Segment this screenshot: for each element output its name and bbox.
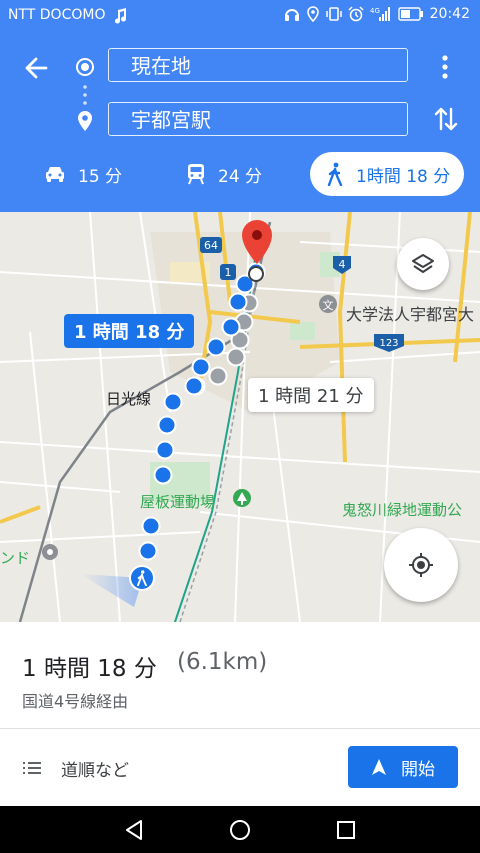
layers-icon — [412, 254, 434, 273]
route-dot — [153, 465, 173, 485]
walk-icon — [327, 162, 343, 186]
alt-route-dot — [208, 366, 228, 386]
origin-field[interactable]: 現在地 — [108, 48, 408, 82]
tab-walk-label: 1時間 18 分 — [356, 166, 451, 187]
recents-square-icon[interactable] — [336, 820, 356, 840]
route-dot — [221, 317, 241, 337]
steps-button[interactable]: 道順など — [22, 746, 129, 790]
svg-text:4G: 4G — [370, 7, 380, 15]
destination-field[interactable]: 宇都宮駅 — [108, 102, 408, 136]
steps-label: 道順など — [61, 760, 129, 781]
status-time: 20:42 — [429, 6, 470, 22]
travel-mode-tabs: 15 分 24 分 1時間 18 分 — [0, 152, 480, 196]
start-label: 開始 — [401, 759, 435, 780]
location-icon — [306, 6, 319, 22]
crosshair-icon — [409, 553, 433, 577]
navigation-arrow-icon — [372, 759, 386, 775]
tab-drive-label: 15 分 — [78, 166, 123, 187]
route-dot — [228, 292, 248, 312]
back-triangle-icon[interactable] — [123, 819, 145, 841]
origin-circle-icon — [76, 58, 94, 76]
status-bar: NTT DOCOMO 4G 20:42 — [0, 0, 480, 32]
route-dot — [191, 357, 211, 377]
route-duration: 1 時間 18 分 — [22, 656, 157, 682]
primary-route-label[interactable]: 1 時間 18 分 — [64, 314, 195, 348]
vibrate-icon — [325, 7, 342, 21]
music-note-icon — [115, 8, 127, 24]
train-icon — [188, 164, 204, 185]
route-dot — [163, 392, 183, 412]
destination-marker-icon — [242, 220, 272, 264]
route-summary-panel: 1 時間 18 分 (6.1km) 国道4号線経由 道順など 開始 — [0, 622, 480, 806]
route-dot — [138, 541, 158, 561]
tab-drive[interactable]: 15 分 — [44, 152, 122, 196]
start-button[interactable]: 開始 — [348, 746, 458, 788]
car-icon — [46, 167, 64, 182]
alarm-icon — [348, 6, 364, 22]
route-dot — [184, 376, 204, 396]
list-icon — [23, 762, 41, 774]
map-view[interactable]: 64 1 4 123 文 大学法人宇都宮大 日光線 屋板運動場 鬼怒川緑地運動公… — [0, 212, 480, 622]
alt-route-label[interactable]: 1 時間 21 分 — [248, 378, 374, 412]
current-location-marker — [129, 565, 155, 591]
my-location-button[interactable] — [384, 528, 458, 602]
battery-icon — [397, 7, 423, 21]
destination-pin-icon — [78, 111, 92, 131]
route-dot — [206, 337, 226, 357]
system-nav-bar — [0, 806, 480, 853]
more-vert-icon[interactable] — [437, 54, 453, 80]
route-dot — [157, 415, 177, 435]
carrier-name: NTT DOCOMO — [8, 7, 106, 23]
layers-button[interactable] — [397, 238, 449, 290]
tab-walk[interactable]: 1時間 18 分 — [310, 152, 465, 196]
route-distance: (6.1km) — [177, 649, 268, 675]
back-arrow-icon[interactable] — [23, 55, 49, 81]
home-circle-icon[interactable] — [229, 819, 251, 841]
signal-icon: 4G — [370, 7, 390, 21]
directions-header: 現在地 宇都宮駅 15 分 24 分 1時間 18 分 — [0, 32, 480, 212]
tab-transit[interactable]: 24 分 — [186, 152, 262, 196]
walk-icon — [137, 570, 147, 586]
alt-route-dot — [226, 347, 246, 367]
route-dot — [141, 516, 161, 536]
swap-icon[interactable] — [434, 106, 458, 132]
divider — [0, 728, 480, 729]
headphones-icon — [284, 9, 299, 21]
route-via: 国道4号線経由 — [22, 692, 129, 711]
connector-dots-icon — [83, 85, 87, 105]
tab-transit-label: 24 分 — [218, 166, 263, 187]
route-dot — [155, 440, 175, 460]
